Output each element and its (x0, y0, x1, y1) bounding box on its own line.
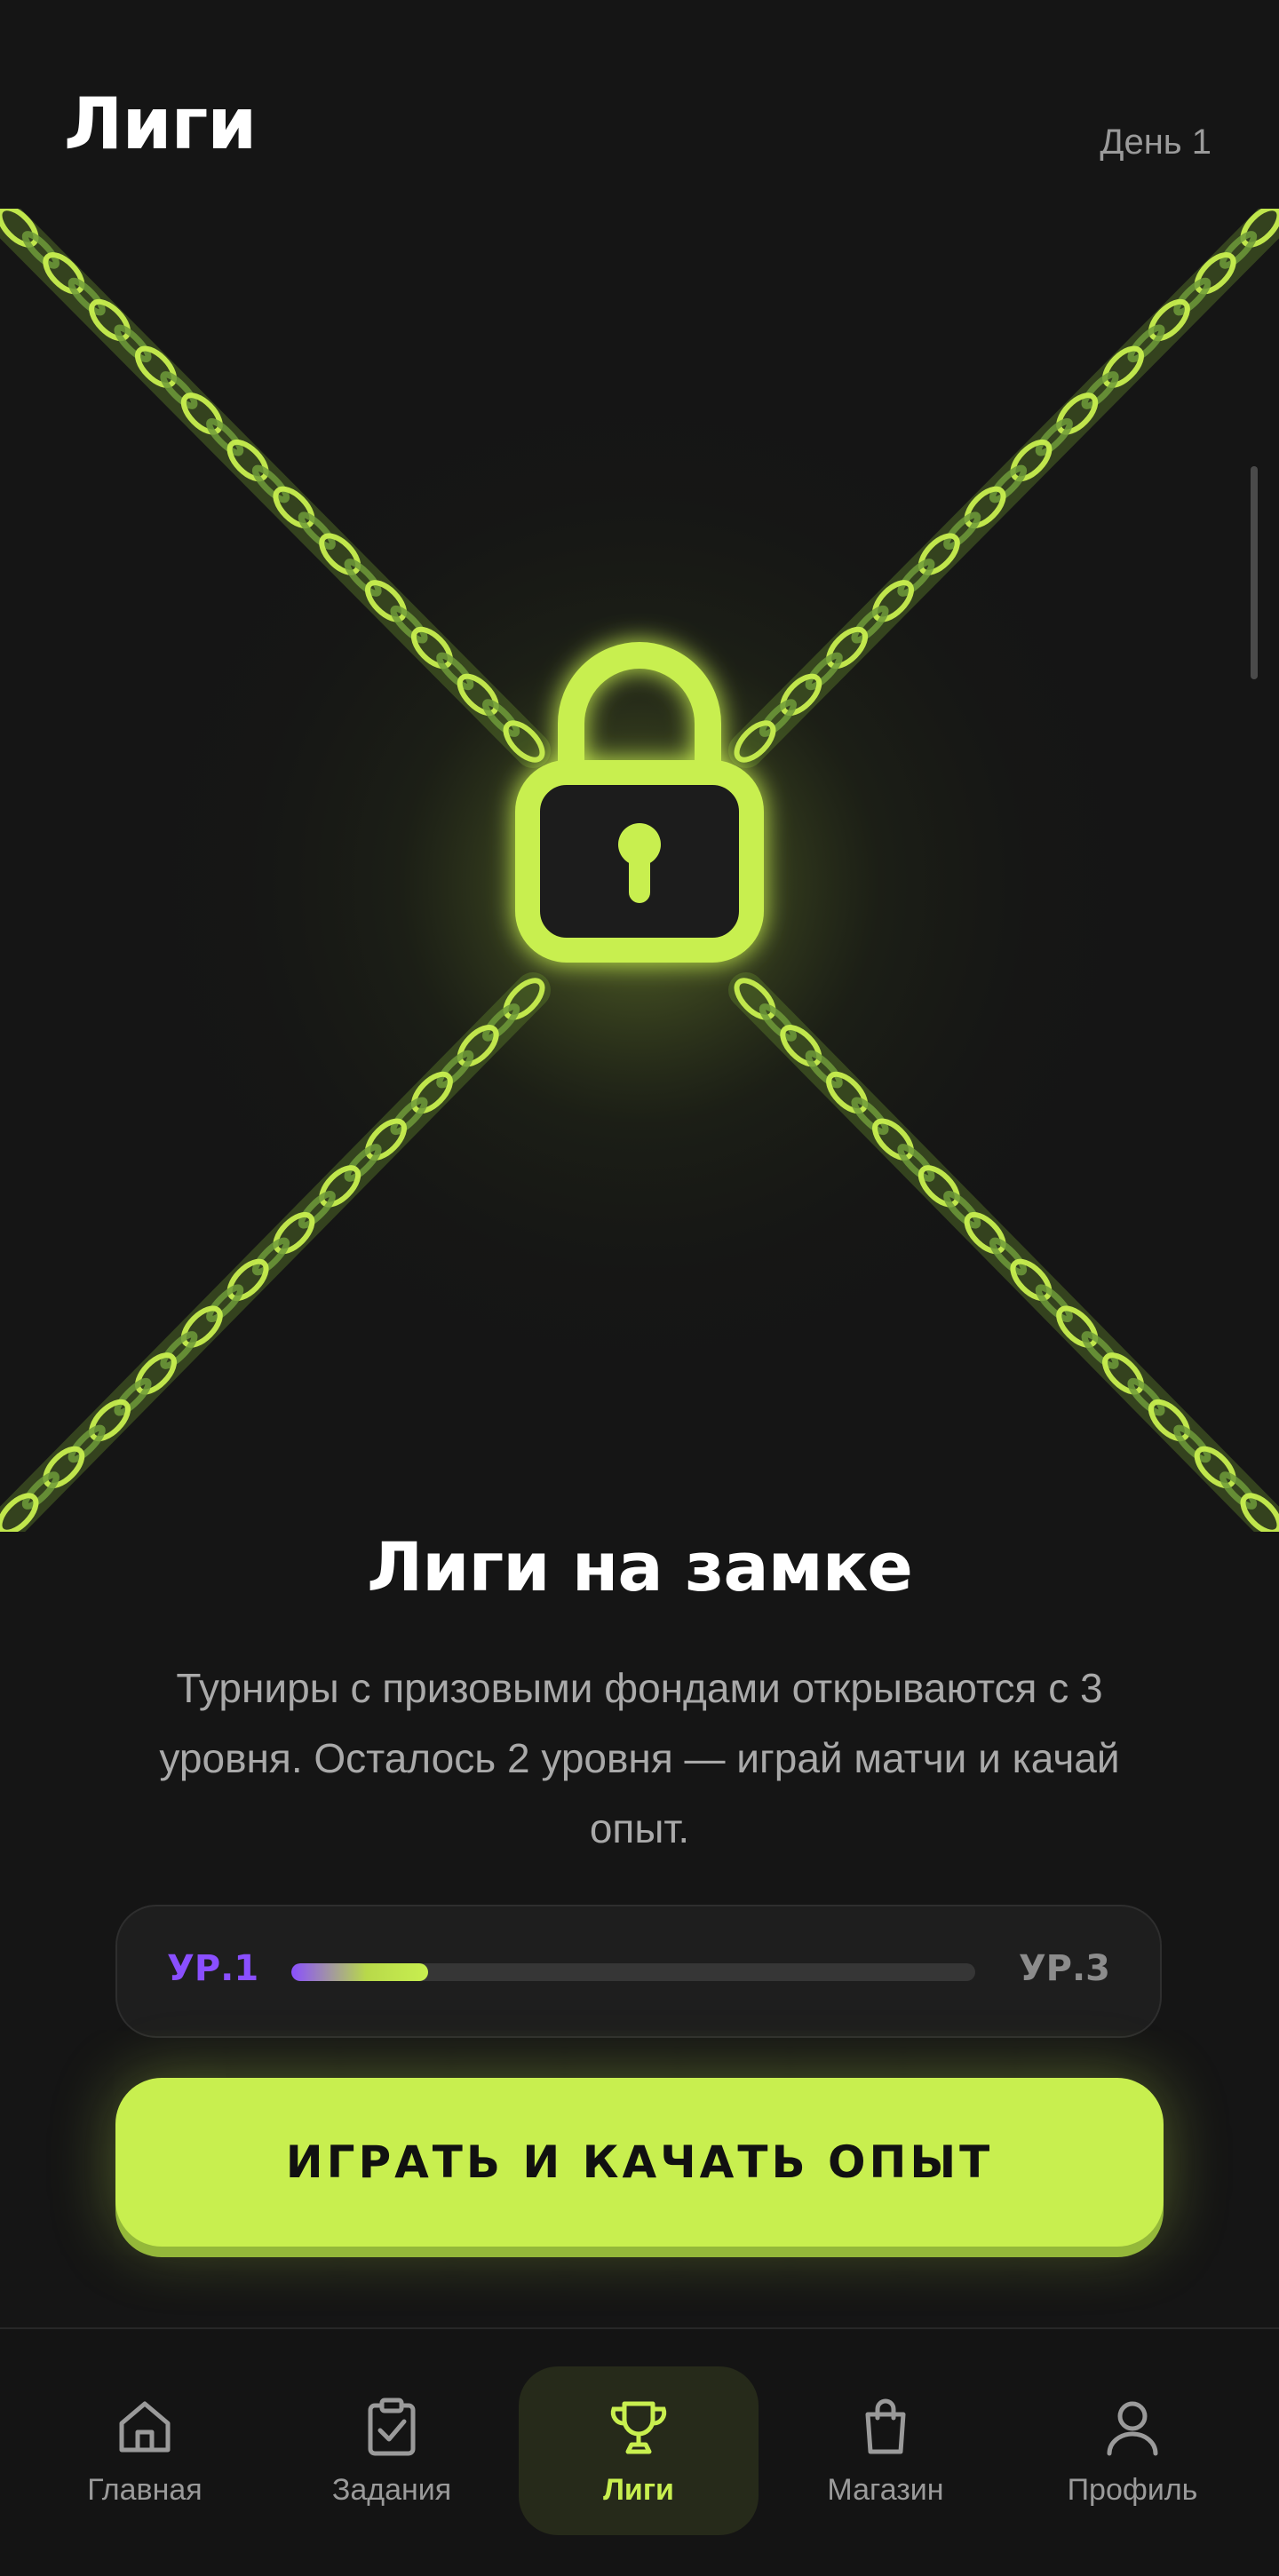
tab-tasks[interactable]: Задания (272, 2366, 512, 2535)
bottom-tab-bar: Главная Задания Лиги Магазин Профиль (0, 2327, 1279, 2576)
level-start-label: УР.1 (167, 1948, 259, 1989)
tab-profile[interactable]: Профиль (1013, 2366, 1252, 2535)
tab-shop[interactable]: Магазин (766, 2366, 1005, 2535)
tab-leagues-label: Лиги (603, 2473, 674, 2507)
level-progress-card: УР.1 УР.3 (115, 1905, 1162, 2038)
locked-illustration (0, 209, 1279, 1532)
tab-home[interactable]: Главная (25, 2366, 265, 2535)
locked-description: Турниры с призовыми фондами открываются … (159, 1665, 1120, 1851)
home-icon (119, 2401, 171, 2453)
tab-tasks-label: Задания (331, 2473, 452, 2507)
day-counter: День 1 (1100, 123, 1211, 162)
trophy-icon (610, 2401, 667, 2454)
level-progress-fill (291, 1963, 428, 1981)
tab-shop-label: Магазин (827, 2473, 944, 2507)
page-title: Лиги (64, 83, 257, 165)
chains-lock-graphic (0, 209, 1279, 1532)
level-end-label: УР.3 (1018, 1948, 1110, 1989)
app-header: Лиги День 1 (0, 0, 1279, 204)
locked-headline: Лиги на замке (367, 1527, 913, 1606)
level-progress-bar (291, 1963, 975, 1981)
play-and-level-up-button[interactable]: ИГРАТЬ И КАЧАТЬ ОПЫТ (115, 2078, 1164, 2247)
tab-home-label: Главная (87, 2473, 203, 2507)
user-icon (1107, 2401, 1158, 2456)
tab-profile-label: Профиль (1067, 2473, 1198, 2507)
tab-leagues[interactable]: Лиги (519, 2366, 759, 2535)
clipboard-check-icon (368, 2398, 416, 2456)
shopping-bag-icon (865, 2398, 906, 2454)
